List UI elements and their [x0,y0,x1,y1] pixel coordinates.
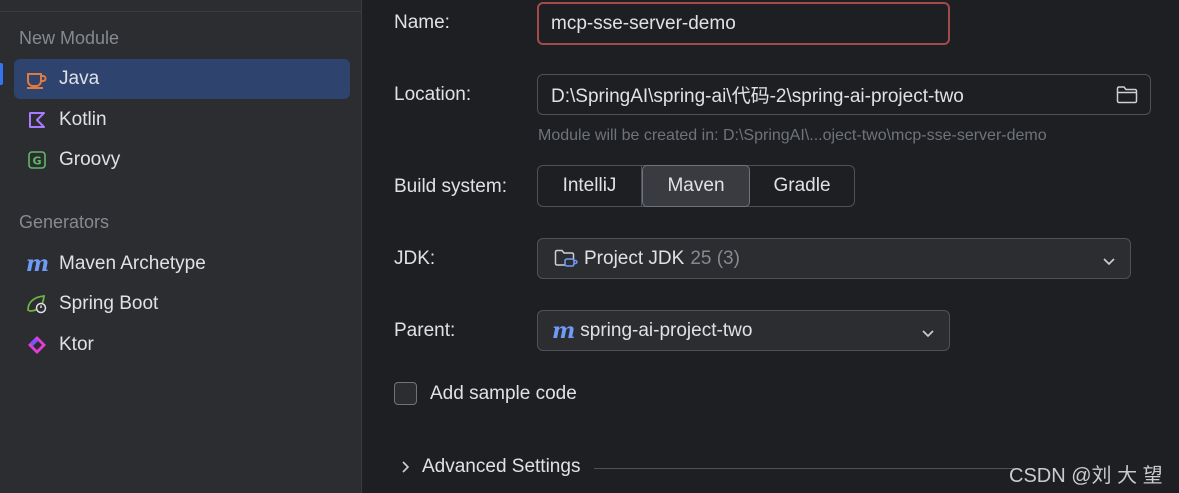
add-sample-code-row[interactable]: Add sample code [394,382,577,405]
location-value: D:\SpringAI\spring-ai\代码-2\spring-ai-pro… [551,86,964,107]
ktor-icon [26,334,48,356]
sidebar-item-spring-boot[interactable]: Spring Boot [14,284,350,324]
jdk-folder-icon [554,248,578,270]
sidebar-item-label: Maven Archetype [59,253,206,274]
build-system-label: Build system: [394,176,507,197]
jdk-label: JDK: [394,248,436,269]
sidebar-divider [0,11,362,12]
sidebar-item-label: Java [59,68,100,89]
build-system-maven-button[interactable]: Maven [642,165,750,207]
sidebar-item-label: Spring Boot [59,293,159,314]
name-input[interactable]: mcp-sse-server-demo [537,2,950,45]
advanced-settings-divider [594,468,1014,469]
selection-marker [0,63,3,85]
watermark: CSDN @刘 大 望 [1009,465,1163,487]
section-label-generators: Generators [19,212,110,232]
name-value: mcp-sse-server-demo [551,12,736,34]
parent-dropdown[interactable]: m spring-ai-project-two [537,310,950,351]
name-label: Name: [394,12,450,33]
maven-icon: m [25,251,49,277]
parent-label: Parent: [394,320,456,341]
sidebar-item-groovy[interactable]: G Groovy [14,140,350,180]
svg-text:G: G [32,155,41,168]
groovy-icon: G [26,149,48,171]
jdk-dropdown[interactable]: Project JDK 25 (3) [537,238,1131,279]
location-label: Location: [394,84,472,105]
jdk-value: Project JDK [584,247,685,269]
add-sample-code-label: Add sample code [430,382,577,404]
jdk-version: 25 (3) [690,247,740,269]
chevron-right-icon [398,460,412,474]
advanced-settings-label: Advanced Settings [422,456,581,477]
build-system-segmented-control: IntelliJ Maven Gradle [537,165,855,207]
parent-value: spring-ai-project-two [580,319,753,341]
location-hint: Module will be created in: D:\SpringAI\.… [538,127,1047,144]
sidebar-item-java[interactable]: Java [14,59,350,99]
sidebar-item-label: Ktor [59,334,94,355]
build-system-gradle-button[interactable]: Gradle [750,166,854,206]
sidebar: New Module Java Kotlin G Groovy Generato… [0,0,362,493]
folder-icon[interactable] [1116,85,1138,110]
sidebar-item-label: Kotlin [59,109,107,130]
section-label-new-module: New Module [19,28,120,48]
build-system-intellij-button[interactable]: IntelliJ [538,166,642,206]
sidebar-item-label: Groovy [59,149,121,170]
chevron-down-icon [921,324,935,346]
spring-boot-icon [26,293,48,315]
add-sample-code-checkbox[interactable] [394,382,417,405]
java-cup-icon [26,68,48,90]
maven-icon: m [552,317,575,344]
kotlin-icon [26,109,48,131]
location-input[interactable]: D:\SpringAI\spring-ai\代码-2\spring-ai-pro… [537,74,1151,115]
chevron-down-icon [1102,252,1116,274]
sidebar-item-maven-archetype[interactable]: m Maven Archetype [14,244,350,284]
sidebar-item-kotlin[interactable]: Kotlin [14,100,350,140]
advanced-settings-toggle[interactable]: Advanced Settings [398,456,580,478]
sidebar-item-ktor[interactable]: Ktor [14,325,350,365]
new-module-dialog: New Module Java Kotlin G Groovy Generato… [0,0,1179,493]
